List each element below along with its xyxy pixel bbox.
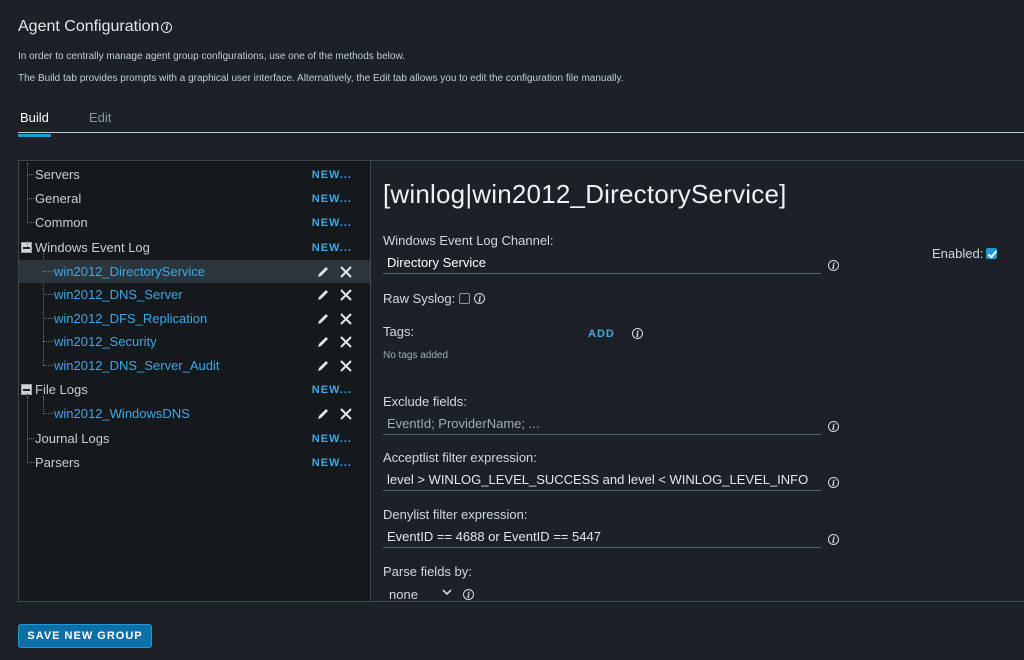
info-icon[interactable]: i (828, 260, 839, 271)
close-icon[interactable] (339, 265, 353, 279)
tree-item-parsers[interactable]: Parsers NEW... (19, 439, 370, 474)
close-icon[interactable] (339, 359, 353, 373)
tree-item-win2012-windowsdns[interactable]: win2012_WindowsDNS (19, 396, 370, 425)
raw-syslog-field: Raw Syslog: i (383, 291, 486, 306)
tree-item-file-logs[interactable]: File Logs NEW... (19, 378, 370, 401)
tree-item-label: win2012_WindowsDNS (54, 406, 190, 421)
tree-item-label: Journal Logs (35, 431, 110, 446)
acceptlist-input[interactable]: level > WINLOG_LEVEL_SUCCESS and level <… (383, 469, 821, 491)
tree-item-win2012-security[interactable]: win2012_Security (19, 330, 370, 353)
new-servers-link[interactable]: NEW... (312, 169, 352, 181)
page-title-text: Agent Configuration (18, 18, 160, 35)
info-icon[interactable]: i (828, 534, 839, 545)
enabled-checkbox[interactable] (986, 248, 998, 259)
pencil-icon[interactable] (316, 312, 330, 326)
raw-syslog-checkbox[interactable] (459, 293, 471, 304)
tree-connector (43, 396, 53, 414)
channel-label: Windows Event Log Channel: (383, 233, 554, 248)
new-common-link[interactable]: NEW... (312, 217, 352, 229)
tree-item-label: win2012_DNS_Server_Audit (54, 358, 220, 373)
close-icon[interactable] (339, 335, 353, 349)
acceptlist-label: Acceptlist filter expression: (383, 450, 537, 465)
add-tag-button[interactable]: ADD (588, 328, 615, 340)
tree-item-label: Parsers (35, 455, 80, 470)
tree-connector (27, 439, 34, 463)
info-icon[interactable]: i (463, 589, 474, 600)
info-icon[interactable]: i (632, 328, 643, 339)
new-parsers-link[interactable]: NEW... (312, 457, 352, 469)
tree-connector (43, 330, 53, 342)
tree-item-win2012-dns-server[interactable]: win2012_DNS_Server (19, 283, 370, 306)
tree-item-label: File Logs (35, 382, 88, 397)
pencil-icon[interactable] (316, 288, 330, 302)
tree-connector (43, 354, 53, 366)
exclude-fields-input[interactable]: EventId; ProviderName; ... (383, 413, 821, 435)
info-icon[interactable]: i (828, 421, 839, 432)
new-windows-event-log-link[interactable]: NEW... (312, 242, 352, 254)
tree-item-common[interactable]: Common NEW... (19, 199, 370, 234)
close-icon[interactable] (339, 288, 353, 302)
tree-connector (27, 397, 34, 439)
tree-item-label: General (35, 191, 82, 206)
config-tree: Servers NEW... General NEW... Common NEW… (18, 160, 370, 602)
info-icon[interactable]: i (474, 293, 486, 304)
tree-connector (27, 175, 34, 199)
tree-item-label: win2012_DFS_Replication (54, 311, 208, 326)
config-editor: [winlog|win2012_DirectoryService] Window… (370, 160, 1024, 602)
tree-item-label: win2012_Security (54, 334, 157, 349)
tree-connector (27, 393, 28, 399)
pencil-icon[interactable] (316, 335, 330, 349)
close-icon[interactable] (339, 407, 353, 421)
tree-item-windows-event-log[interactable]: Windows Event Log NEW... (19, 236, 370, 259)
tree-item-journal-logs[interactable]: Journal Logs NEW... (19, 397, 370, 450)
parse-fields-label: Parse fields by: (383, 564, 472, 579)
denylist-input[interactable]: EventID == 4688 or EventID == 5447 (383, 526, 821, 548)
pencil-icon[interactable] (316, 407, 330, 421)
new-file-logs-link[interactable]: NEW... (312, 384, 352, 396)
exclude-fields-label: Exclude fields: (383, 394, 467, 409)
save-new-group-button[interactable]: SAVE NEW GROUP (18, 624, 152, 648)
tree-connector (43, 260, 53, 272)
tree-item-label: win2012_DirectoryService (54, 264, 206, 279)
pencil-icon[interactable] (316, 265, 330, 279)
pencil-icon[interactable] (316, 359, 330, 373)
tree-item-label: win2012_DNS_Server (54, 287, 183, 302)
tree-item-general[interactable]: General NEW... (19, 175, 370, 210)
no-tags-text: No tags added (383, 350, 449, 361)
parse-fields-value: none (389, 586, 418, 602)
tree-connector (27, 199, 34, 223)
tree-item-label: Servers (35, 167, 80, 182)
tags-label: Tags: (383, 324, 415, 339)
tree-item-label: Windows Event Log (35, 240, 150, 255)
page-title: Agent Configuration i (18, 18, 173, 36)
tree-connector (43, 307, 53, 319)
enabled-label: Enabled: (932, 246, 984, 261)
tree-item-win2012-dns-server-audit[interactable]: win2012_DNS_Server_Audit (19, 354, 370, 377)
new-journal-logs-link[interactable]: NEW... (312, 433, 352, 445)
parse-fields-select[interactable]: none (383, 584, 459, 604)
denylist-label: Denylist filter expression: (383, 507, 528, 522)
tree-connector (43, 283, 53, 295)
tree-connector (27, 241, 28, 247)
chevron-down-icon (442, 589, 452, 596)
tree-item-win2012-dfs-replication[interactable]: win2012_DFS_Replication (19, 307, 370, 330)
tree-item-win2012-directoryservice[interactable]: win2012_DirectoryService (19, 260, 370, 283)
close-icon[interactable] (339, 312, 353, 326)
channel-input[interactable]: Directory Service (383, 252, 821, 274)
info-icon[interactable]: i (161, 21, 173, 33)
tree-item-servers[interactable]: Servers NEW... (19, 163, 370, 186)
tab-divider (18, 132, 1024, 133)
page-description-2: The Build tab provides prompts with a gr… (18, 73, 624, 84)
tree-item-label: Common (35, 215, 88, 230)
new-general-link[interactable]: NEW... (312, 193, 352, 205)
raw-syslog-label: Raw Syslog: (383, 291, 456, 306)
page-description-1: In order to centrally manage agent group… (18, 51, 405, 62)
enabled-toggle[interactable]: Enabled: (932, 246, 998, 261)
section-heading: [winlog|win2012_DirectoryService] (383, 179, 787, 209)
tree-connector (27, 163, 34, 175)
info-icon[interactable]: i (828, 477, 839, 488)
